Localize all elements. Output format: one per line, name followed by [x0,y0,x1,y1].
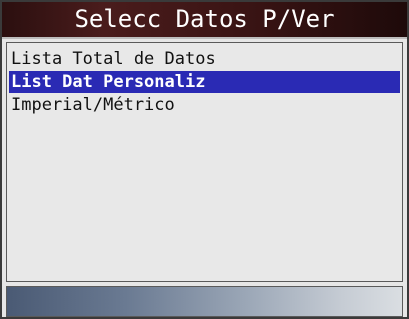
menu-item-lista-total-de-datos[interactable]: Lista Total de Datos [9,48,400,70]
screen-title: Selecc Datos P/Ver [74,5,335,33]
menu-item-list-dat-personaliz[interactable]: List Dat Personaliz [9,71,400,93]
device-screen: Selecc Datos P/Ver Lista Total de Datos … [0,0,409,319]
menu-item-imperial-metrico[interactable]: Imperial/Métrico [9,94,400,116]
menu-list: Lista Total de Datos List Dat Personaliz… [6,42,403,282]
title-bar: Selecc Datos P/Ver [2,2,407,39]
status-bar [6,286,403,317]
